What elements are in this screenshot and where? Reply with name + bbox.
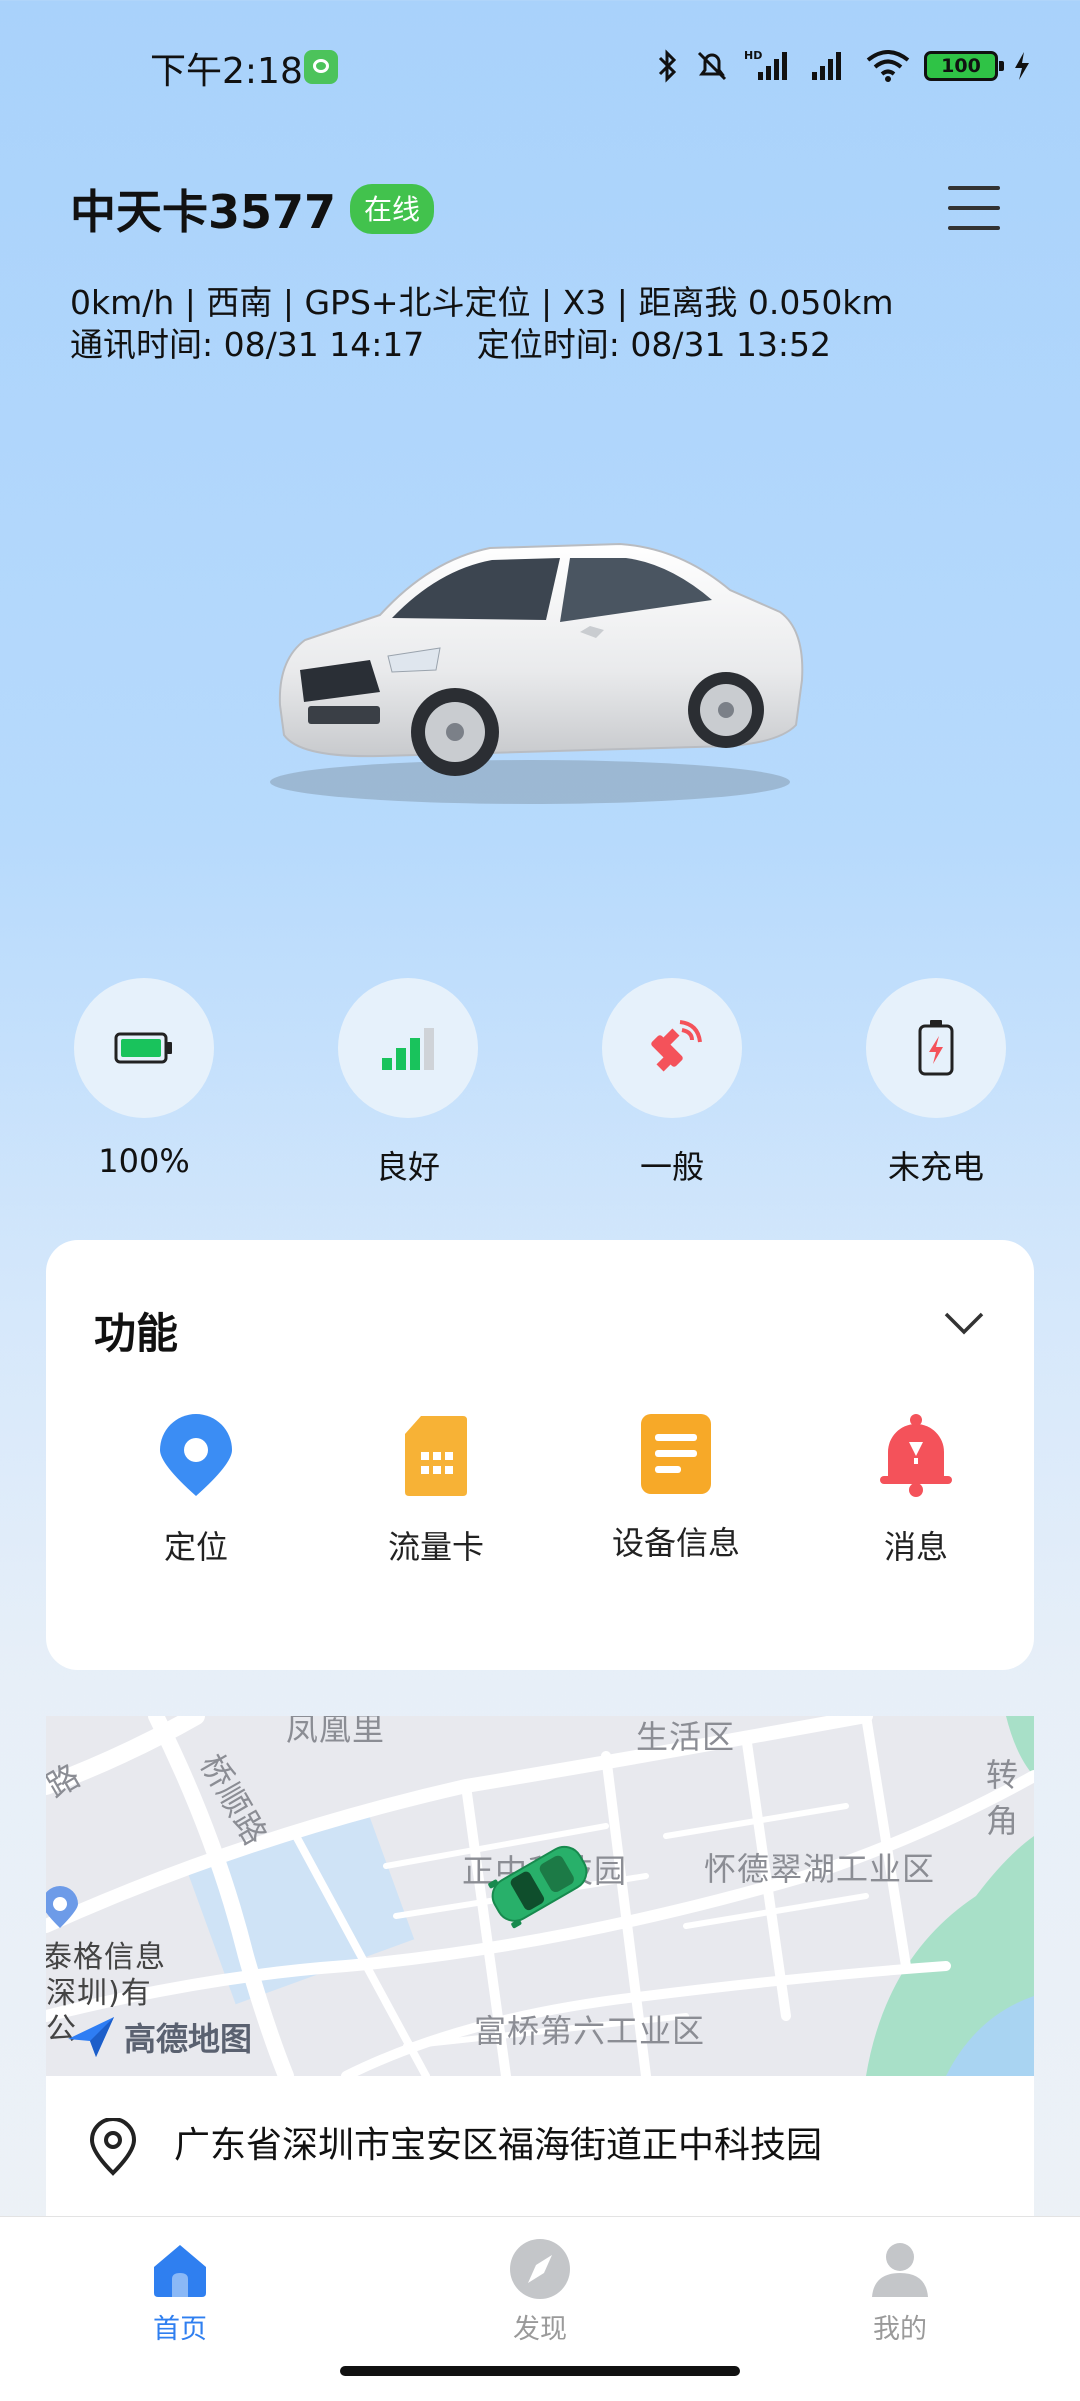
satellite-tile: 一般 bbox=[572, 978, 772, 1188]
device-info-line: 0km/h | 西南 | GPS+北斗定位 | X3 | 距离我 0.050km bbox=[70, 283, 894, 322]
compass-icon bbox=[510, 2239, 570, 2299]
function-label: 定位 bbox=[163, 1528, 228, 1566]
address-text: 广东省深圳市宝安区福海街道正中科技园 bbox=[174, 2125, 823, 2166]
device-header: 中天卡3577 在线 bbox=[70, 176, 435, 242]
signal-strength-icon bbox=[382, 1028, 434, 1070]
car-image bbox=[270, 542, 804, 804]
signal-tile: 良好 bbox=[308, 978, 508, 1188]
function-message-button[interactable]: 消息 bbox=[796, 1412, 1036, 1568]
bell-icon bbox=[880, 1414, 952, 1497]
signal-icon bbox=[812, 52, 841, 80]
nav-label: 我的 bbox=[873, 2314, 927, 2345]
function-list: 定位 流量卡 设备信息 消息 bbox=[76, 1412, 1036, 1568]
mute-icon bbox=[697, 51, 727, 81]
charging-status-icon bbox=[918, 1020, 954, 1076]
hamburger-menu-icon[interactable] bbox=[948, 186, 1000, 230]
status-tiles: 100% 良好 一般 未充电 bbox=[44, 978, 1036, 1188]
battery-tile: 100% bbox=[44, 978, 244, 1188]
svg-text:HD: HD bbox=[744, 49, 762, 62]
map-label: 凤凰里 bbox=[286, 1716, 386, 1748]
status-time: 下午2:18 bbox=[150, 51, 303, 92]
chevron-down-icon[interactable] bbox=[942, 1308, 986, 1338]
address-bar[interactable]: 广东省深圳市宝安区福海街道正中科技园 bbox=[46, 2076, 1034, 2216]
device-name: 中天卡3577 bbox=[70, 185, 337, 239]
nav-profile[interactable]: 我的 bbox=[820, 2237, 980, 2346]
amap-logo-icon bbox=[68, 2017, 114, 2057]
nav-discover[interactable]: 发现 bbox=[460, 2237, 620, 2346]
sim-card-icon bbox=[405, 1416, 467, 1496]
status-badge: 在线 bbox=[350, 184, 435, 234]
map-label: 怀德翠湖工业区 bbox=[704, 1850, 936, 1888]
function-location-button[interactable]: 定位 bbox=[76, 1412, 316, 1568]
charging-tile: 未充电 bbox=[836, 978, 1036, 1188]
map-provider-label: 高德地图 bbox=[124, 2020, 253, 2058]
status-icons: HD 100 bbox=[656, 44, 1032, 88]
nav-label: 发现 bbox=[513, 2314, 567, 2345]
charging-status-label: 未充电 bbox=[887, 1148, 984, 1186]
amap-logo: 高德地图 bbox=[66, 2014, 252, 2060]
battery-full-icon bbox=[114, 1032, 172, 1064]
signal-quality-label: 良好 bbox=[375, 1148, 440, 1186]
map-poi-icon bbox=[46, 1886, 78, 1928]
function-label: 设备信息 bbox=[611, 1524, 740, 1562]
function-card: 功能 定位 流量卡 设备信息 消息 bbox=[46, 1240, 1034, 1670]
bluetooth-icon bbox=[658, 49, 677, 83]
map-label: 富桥第六工业区 bbox=[474, 2012, 706, 2050]
map-label: 生活区 bbox=[636, 1718, 736, 1756]
map-label: 转角 bbox=[986, 1756, 1020, 1840]
battery-icon: 100 bbox=[924, 51, 1004, 81]
nav-label: 首页 bbox=[153, 2314, 207, 2345]
status-bar: 下午2:18 HD 100 bbox=[0, 0, 1080, 130]
satellite-icon bbox=[651, 1020, 702, 1072]
map-view[interactable]: 凤凰里 生活区 桥顺路 路 转角 正中科技园 怀德翠湖工业区 泰格信息 深圳)有… bbox=[46, 1716, 1034, 2076]
function-label: 流量卡 bbox=[387, 1528, 484, 1566]
battery-level-label: 100% bbox=[98, 1142, 190, 1180]
nav-home[interactable]: 首页 bbox=[100, 2237, 260, 2346]
home-indicator[interactable] bbox=[340, 2366, 740, 2376]
location-pin-outline-icon bbox=[89, 2118, 137, 2176]
app-notification-icon bbox=[304, 50, 338, 84]
location-pin-icon bbox=[160, 1414, 232, 1496]
profile-icon bbox=[872, 2243, 928, 2297]
function-device-info-button[interactable]: 设备信息 bbox=[556, 1412, 796, 1568]
document-icon bbox=[641, 1414, 711, 1494]
charging-icon bbox=[1015, 52, 1029, 80]
timestamps-line: 通讯时间: 08/31 14:17 定位时间: 08/31 13:52 bbox=[70, 325, 832, 364]
home-icon bbox=[154, 2245, 206, 2297]
gps-quality-label: 一般 bbox=[639, 1148, 704, 1186]
card-title: 功能 bbox=[94, 1309, 179, 1358]
wifi-icon bbox=[866, 50, 910, 82]
function-label: 消息 bbox=[883, 1528, 948, 1566]
signal-hd-icon: HD bbox=[744, 49, 787, 80]
function-sim-button[interactable]: 流量卡 bbox=[316, 1412, 556, 1568]
